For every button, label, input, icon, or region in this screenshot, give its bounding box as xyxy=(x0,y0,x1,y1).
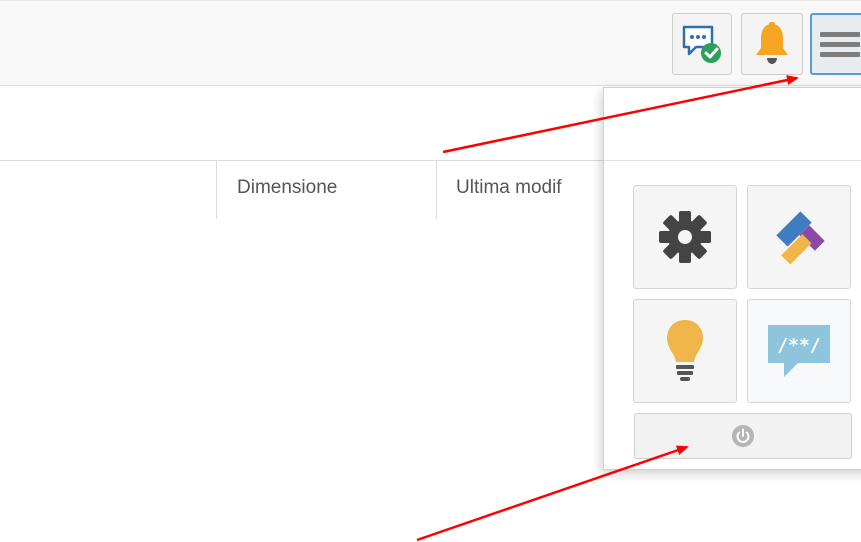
main-menu-dropdown: /**/ xyxy=(603,87,861,470)
column-header-size[interactable]: Dimensione xyxy=(237,177,427,199)
main-menu-button[interactable] xyxy=(810,13,861,75)
notifications-button[interactable] xyxy=(741,13,803,75)
dropdown-divider xyxy=(604,160,861,161)
column-divider xyxy=(436,161,437,219)
column-header-last-modified[interactable]: Ultima modif xyxy=(456,177,602,199)
code-comment-text: /**/ xyxy=(777,335,820,356)
menu-tile-apps[interactable] xyxy=(747,185,851,289)
column-divider xyxy=(216,161,217,219)
power-icon xyxy=(732,425,754,447)
code-comment-icon: /**/ xyxy=(768,325,830,377)
hamburger-menu-icon xyxy=(820,27,860,62)
chat-status-button[interactable] xyxy=(672,13,732,75)
top-toolbar xyxy=(0,0,861,86)
bell-icon xyxy=(756,22,788,64)
gear-icon xyxy=(659,211,711,263)
chat-check-icon xyxy=(682,25,721,63)
colored-blocks-icon xyxy=(776,211,825,265)
menu-tile-comments[interactable]: /**/ xyxy=(747,299,851,403)
menu-tile-tips[interactable] xyxy=(633,299,737,403)
logout-button[interactable] xyxy=(634,413,852,459)
menu-tile-settings[interactable] xyxy=(633,185,737,289)
lightbulb-icon xyxy=(667,320,703,381)
